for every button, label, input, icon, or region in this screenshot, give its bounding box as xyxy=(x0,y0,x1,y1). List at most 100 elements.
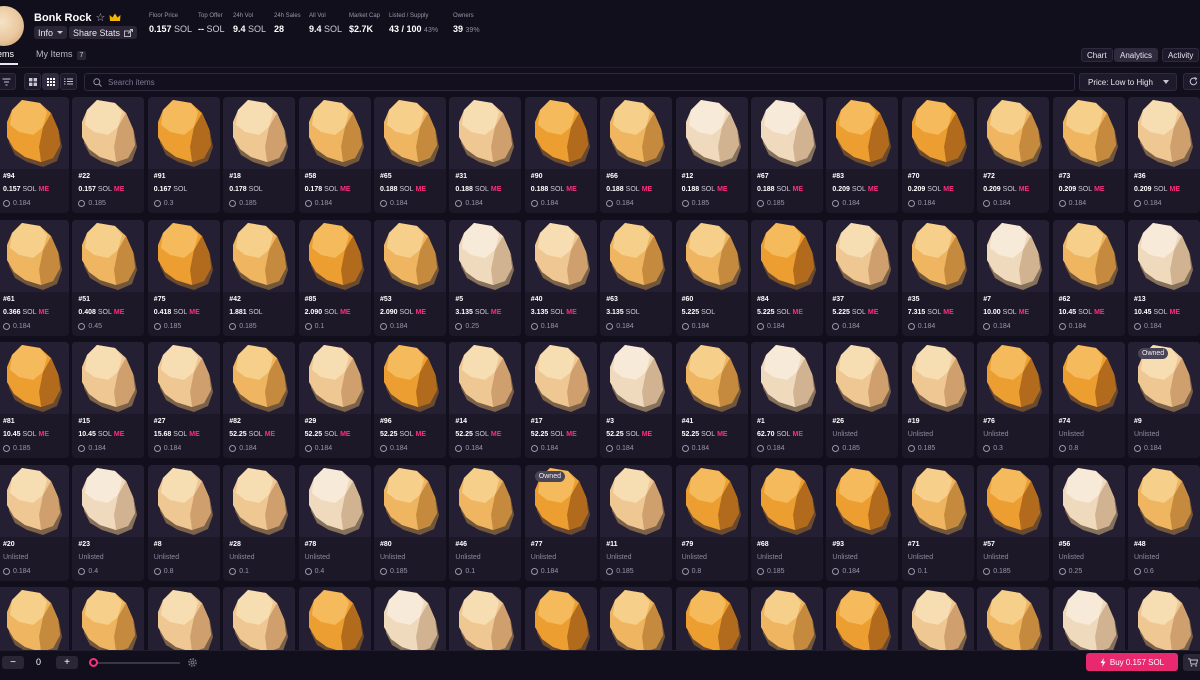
quantity-value[interactable]: 0 xyxy=(36,657,41,667)
nft-card[interactable]: #71 Unlisted 0.1 xyxy=(901,464,974,581)
grid-large-view-button[interactable] xyxy=(24,73,41,90)
nft-card[interactable]: #17 52.25 SOL ME 0.184 xyxy=(524,342,597,459)
nft-card[interactable]: #85 2.090 SOL ME 0.1 xyxy=(298,219,371,336)
nft-card[interactable]: #5 3.135 SOL ME 0.25 xyxy=(449,219,522,336)
nft-card[interactable]: #66 0.188 SOL ME 0.184 xyxy=(600,97,673,213)
nft-card[interactable]: #20 Unlisted 0.184 xyxy=(0,464,69,581)
nft-card[interactable]: #67 0.188 SOL ME 0.185 xyxy=(751,97,823,213)
nft-card[interactable] xyxy=(600,587,673,650)
nft-card[interactable]: #51 0.408 SOL ME 0.45 xyxy=(72,219,145,336)
nft-card[interactable]: #22 0.157 SOL ME 0.185 xyxy=(72,97,145,213)
nft-card[interactable]: #74 Unlisted 0.8 xyxy=(1052,342,1125,459)
nft-card[interactable]: #70 0.209 SOL ME 0.184 xyxy=(901,97,974,213)
cart-button[interactable] xyxy=(1183,654,1200,671)
refresh-button[interactable] xyxy=(1183,73,1200,90)
nft-card[interactable]: #63 3.135 SOL 0.184 xyxy=(600,219,673,336)
nft-card[interactable] xyxy=(826,587,899,650)
chart-view-button[interactable]: Chart xyxy=(1081,48,1113,62)
nft-card[interactable]: #41 52.25 SOL ME 0.184 xyxy=(675,342,748,459)
nft-card[interactable]: #60 5.225 SOL 0.184 xyxy=(675,219,748,336)
nft-card[interactable]: #29 52.25 SOL ME 0.184 xyxy=(298,342,371,459)
grid-small-view-button[interactable] xyxy=(42,73,59,90)
nft-card[interactable]: #19 Unlisted 0.185 xyxy=(901,342,974,459)
nft-card[interactable]: #8 Unlisted 0.8 xyxy=(147,464,220,581)
nft-card[interactable]: #94 0.157 SOL ME 0.184 xyxy=(0,97,69,213)
nft-card[interactable]: #84 5.225 SOL ME 0.184 xyxy=(751,219,823,336)
nft-card[interactable]: #68 Unlisted 0.185 xyxy=(751,464,823,581)
nft-card[interactable]: #75 0.418 SOL ME 0.185 xyxy=(147,219,220,336)
nft-card[interactable]: #58 0.178 SOL ME 0.184 xyxy=(298,97,371,213)
nft-card[interactable]: #42 1.881 SOL 0.185 xyxy=(223,219,296,336)
nft-card[interactable]: #28 Unlisted 0.1 xyxy=(223,464,296,581)
nft-card[interactable]: #7 10.00 SOL ME 0.184 xyxy=(977,219,1050,336)
nft-card[interactable]: #72 0.209 SOL ME 0.184 xyxy=(977,97,1050,213)
nft-card[interactable]: #11 Unlisted 0.185 xyxy=(600,464,673,581)
nft-card[interactable] xyxy=(449,587,522,650)
nft-card[interactable] xyxy=(223,587,296,650)
nft-card[interactable]: #56 Unlisted 0.25 xyxy=(1052,464,1125,581)
nft-card[interactable]: #73 0.209 SOL ME 0.184 xyxy=(1052,97,1125,213)
nft-card[interactable] xyxy=(1128,587,1200,650)
nft-card[interactable]: #31 0.188 SOL ME 0.184 xyxy=(449,97,522,213)
nft-card[interactable]: #3 52.25 SOL ME 0.184 xyxy=(600,342,673,459)
analytics-view-button[interactable]: Analytics xyxy=(1114,48,1159,62)
nft-card[interactable]: #37 5.225 SOL ME 0.184 xyxy=(826,219,899,336)
nft-card[interactable] xyxy=(0,587,69,650)
nft-card[interactable]: #93 Unlisted 0.184 xyxy=(826,464,899,581)
nft-card[interactable]: #78 Unlisted 0.4 xyxy=(298,464,371,581)
nft-card[interactable] xyxy=(72,587,145,650)
nft-card[interactable]: #14 52.25 SOL ME 0.184 xyxy=(449,342,522,459)
nft-card[interactable]: #36 0.209 SOL ME 0.184 xyxy=(1128,97,1200,213)
nft-card[interactable]: Owned #77 Unlisted 0.184 xyxy=(524,464,597,581)
nft-card[interactable]: #35 7.315 SOL ME 0.184 xyxy=(901,219,974,336)
nft-card[interactable]: #62 10.45 SOL ME 0.184 xyxy=(1052,219,1125,336)
nft-card[interactable] xyxy=(524,587,597,650)
nft-card[interactable]: #12 0.188 SOL ME 0.185 xyxy=(675,97,748,213)
nft-card[interactable] xyxy=(901,587,974,650)
star-icon[interactable]: ☆ xyxy=(95,11,105,24)
nft-card[interactable]: #15 10.45 SOL ME 0.184 xyxy=(72,342,145,459)
nft-card[interactable]: #23 Unlisted 0.4 xyxy=(72,464,145,581)
search-input[interactable] xyxy=(108,77,1008,87)
nft-card[interactable]: #26 Unlisted 0.185 xyxy=(826,342,899,459)
nft-card[interactable]: #65 0.188 SOL ME 0.184 xyxy=(374,97,446,213)
nft-card[interactable]: #76 Unlisted 0.3 xyxy=(977,342,1050,459)
nft-card[interactable]: #40 3.135 SOL ME 0.184 xyxy=(524,219,597,336)
share-stats-button[interactable]: Share Stats xyxy=(69,26,138,39)
sweep-slider-handle[interactable] xyxy=(89,658,98,667)
nft-card[interactable]: #79 Unlisted 0.8 xyxy=(675,464,748,581)
buy-button[interactable]: Buy 0.157 SOL xyxy=(1086,653,1178,671)
gear-icon[interactable] xyxy=(187,657,198,668)
activity-view-button[interactable]: Activity xyxy=(1162,48,1200,62)
sort-select[interactable]: Price: Low to High xyxy=(1079,73,1177,91)
nft-card[interactable]: Owned #9 Unlisted 0.184 xyxy=(1128,342,1200,459)
nft-card[interactable]: #18 0.178 SOL 0.185 xyxy=(223,97,296,213)
nft-card[interactable] xyxy=(751,587,823,650)
sweep-slider-track[interactable] xyxy=(96,662,180,664)
nft-card[interactable]: #96 52.25 SOL ME 0.184 xyxy=(374,342,446,459)
nft-card[interactable] xyxy=(374,587,446,650)
nft-card[interactable]: #53 2.090 SOL ME 0.184 xyxy=(374,219,446,336)
nft-card[interactable]: #82 52.25 SOL ME 0.184 xyxy=(223,342,296,459)
nft-card[interactable]: #1 62.70 SOL ME 0.184 xyxy=(751,342,823,459)
nft-card[interactable]: #27 15.68 SOL ME 0.184 xyxy=(147,342,220,459)
nft-card[interactable]: #80 Unlisted 0.185 xyxy=(374,464,446,581)
nft-card[interactable]: #46 Unlisted 0.1 xyxy=(449,464,522,581)
list-view-button[interactable] xyxy=(60,73,77,90)
nft-card[interactable]: #57 Unlisted 0.185 xyxy=(977,464,1050,581)
search-box[interactable] xyxy=(84,73,1075,91)
tab-my-items[interactable]: My Items 7 xyxy=(36,49,87,60)
quantity-minus-button[interactable]: − xyxy=(2,656,24,669)
nft-card[interactable]: #61 0.366 SOL ME 0.184 xyxy=(0,219,69,336)
nft-card[interactable]: #91 0.167 SOL 0.3 xyxy=(147,97,220,213)
nft-card[interactable] xyxy=(1052,587,1125,650)
filter-button[interactable] xyxy=(0,73,16,90)
nft-card[interactable]: #48 Unlisted 0.6 xyxy=(1128,464,1200,581)
quantity-plus-button[interactable]: + xyxy=(56,656,78,669)
nft-card[interactable] xyxy=(675,587,748,650)
nft-card[interactable] xyxy=(977,587,1050,650)
nft-card[interactable]: #81 10.45 SOL ME 0.185 xyxy=(0,342,69,459)
nft-card[interactable]: #13 10.45 SOL ME 0.184 xyxy=(1128,219,1200,336)
nft-card[interactable] xyxy=(298,587,371,650)
nft-card[interactable] xyxy=(147,587,220,650)
